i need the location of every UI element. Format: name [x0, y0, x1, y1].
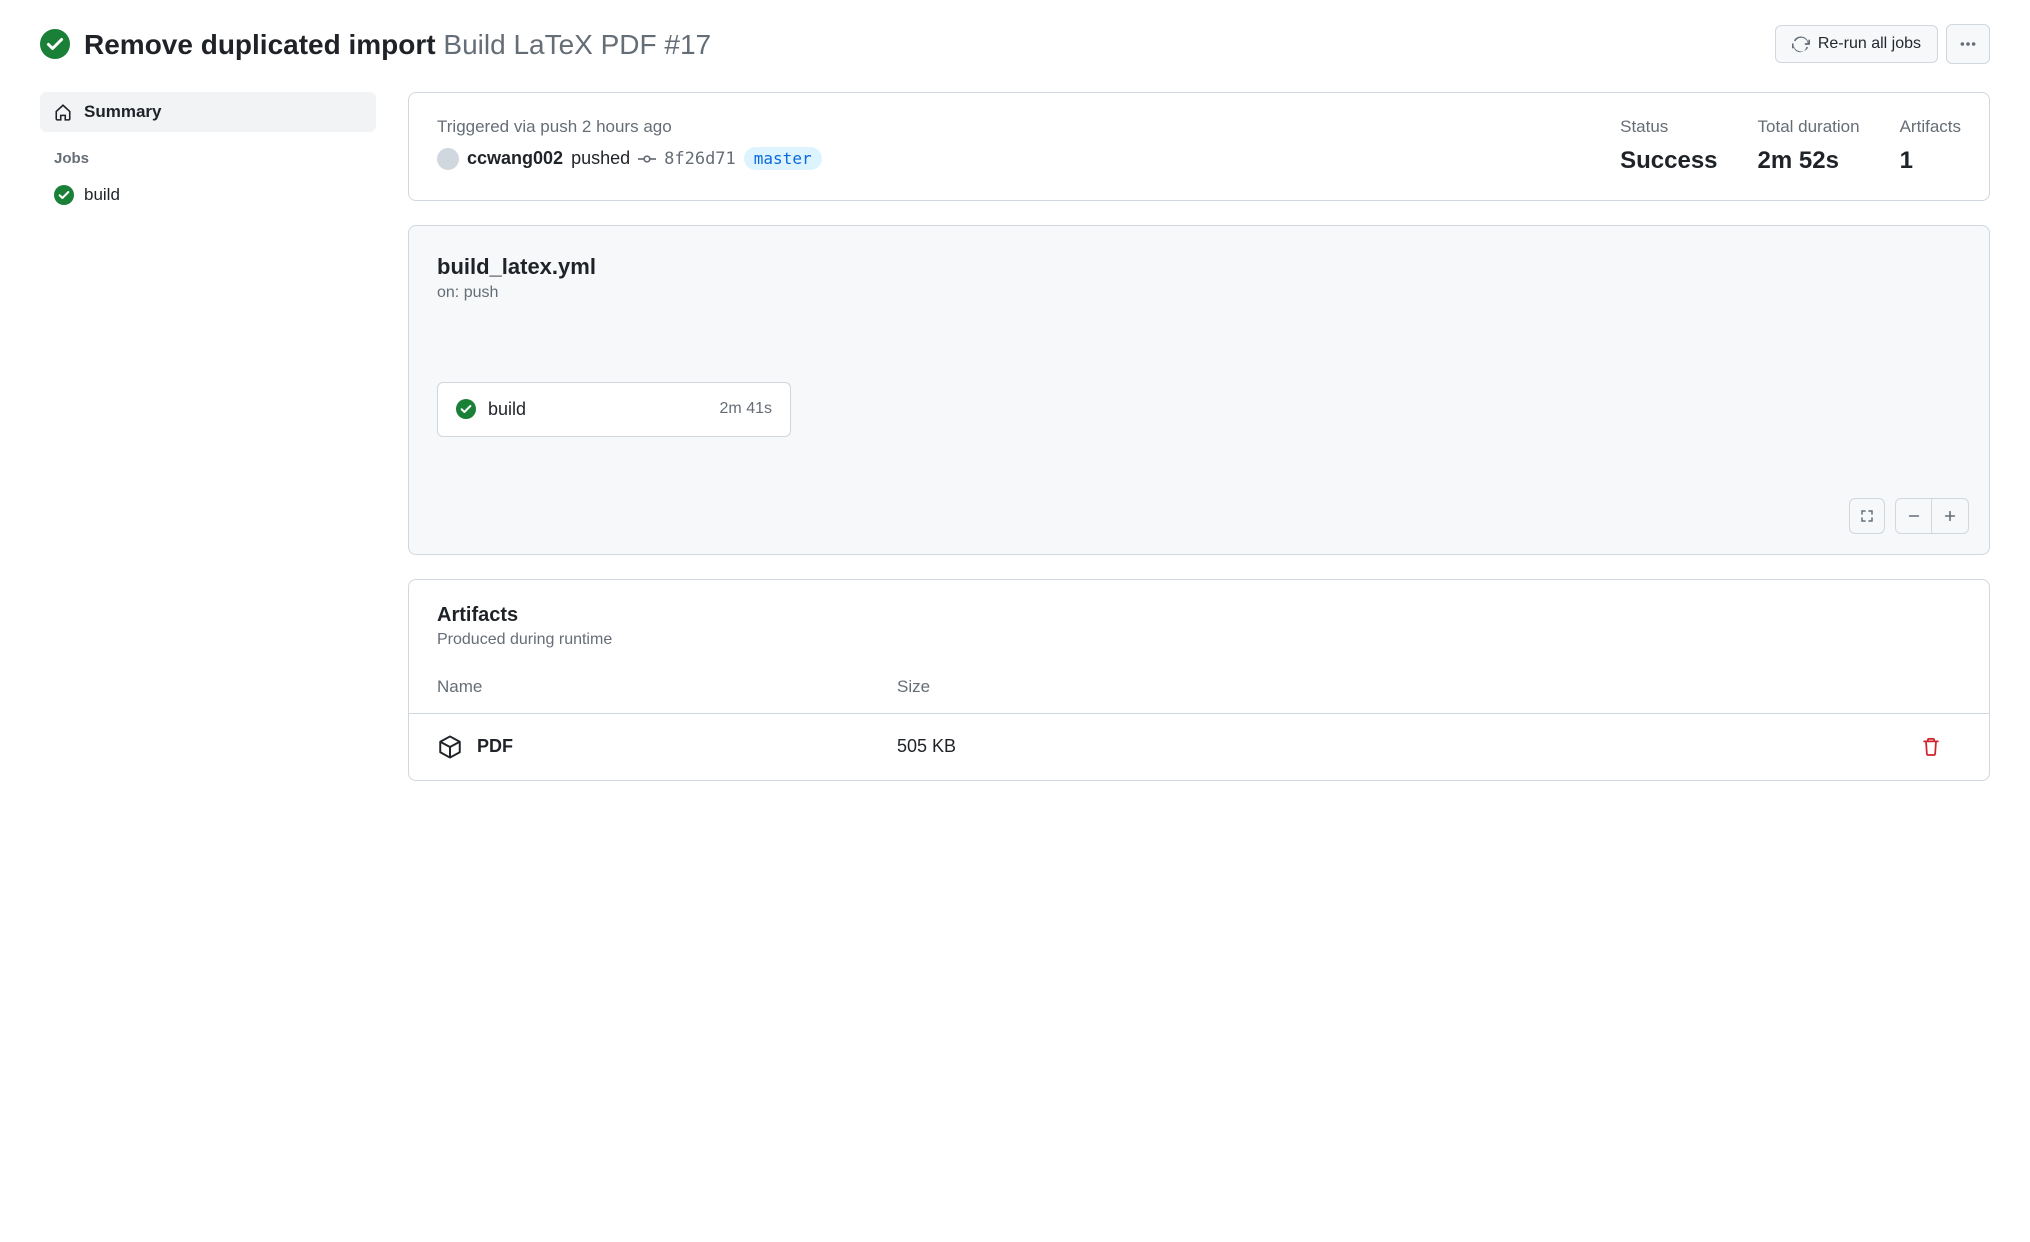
page-title: Remove duplicated import Build LaTeX PDF… [84, 27, 711, 62]
status-value: Success [1620, 147, 1717, 176]
rerun-all-jobs-button[interactable]: Re-run all jobs [1775, 25, 1938, 63]
job-card-build[interactable]: build 2m 41s [437, 382, 791, 437]
job-duration: 2m 41s [720, 400, 772, 418]
artifacts-count-value: 1 [1900, 147, 1961, 176]
run-summary-panel: Triggered via push 2 hours ago ccwang002… [408, 92, 1990, 201]
col-header-size: Size [897, 677, 1921, 697]
kebab-icon [1959, 35, 1977, 53]
workflow-run-name: Build LaTeX PDF #17 [443, 29, 711, 60]
artifacts-subtitle: Produced during runtime [437, 631, 1961, 649]
sidebar-jobs-heading: Jobs [40, 132, 376, 177]
sidebar-summary-label: Summary [84, 102, 161, 122]
success-check-icon [54, 185, 74, 205]
fullscreen-icon [1859, 508, 1875, 524]
artifact-row: PDF 505 KB [409, 713, 1989, 780]
artifact-name-link[interactable]: PDF [477, 736, 513, 757]
actor-link[interactable]: ccwang002 [467, 148, 563, 169]
success-check-icon [456, 399, 476, 419]
avatar [437, 148, 459, 170]
fullscreen-button[interactable] [1849, 498, 1885, 534]
rerun-label: Re-run all jobs [1818, 34, 1921, 54]
workflow-file-link[interactable]: build_latex.yml [437, 254, 1961, 280]
artifacts-table-header: Name Size [409, 661, 1989, 713]
sidebar-job-build[interactable]: build [40, 177, 376, 213]
artifact-size: 505 KB [897, 736, 1921, 757]
artifacts-panel: Artifacts Produced during runtime Name S… [408, 579, 1990, 781]
trash-icon [1921, 737, 1961, 757]
workflow-graph-panel: build_latex.yml on: push build 2m 41s [408, 225, 1990, 555]
more-actions-button[interactable] [1946, 24, 1990, 64]
duration-value: 2m 52s [1758, 147, 1860, 176]
plus-icon [1943, 509, 1957, 523]
duration-label: Total duration [1758, 117, 1860, 137]
minus-icon [1907, 509, 1921, 523]
commit-sha-link[interactable]: 8f26d71 [664, 149, 736, 169]
sync-icon [1792, 35, 1810, 53]
col-header-name: Name [437, 677, 897, 697]
status-label: Status [1620, 117, 1717, 137]
push-action-text: pushed [571, 148, 630, 169]
trigger-text: Triggered via push 2 hours ago [437, 117, 1580, 137]
job-name: build [488, 399, 708, 420]
sidebar: Summary Jobs build [40, 92, 376, 213]
commit-icon [638, 150, 656, 168]
zoom-out-button[interactable] [1896, 499, 1932, 533]
sidebar-job-label: build [84, 185, 120, 205]
commit-title: Remove duplicated import [84, 29, 436, 60]
workflow-trigger-text: on: push [437, 284, 1961, 302]
zoom-in-button[interactable] [1932, 499, 1968, 533]
delete-artifact-button[interactable] [1921, 737, 1961, 757]
success-check-icon [40, 29, 70, 59]
home-icon [54, 103, 72, 121]
artifacts-count-label: Artifacts [1900, 117, 1961, 137]
sidebar-item-summary[interactable]: Summary [40, 92, 376, 132]
artifacts-title: Artifacts [437, 604, 1961, 627]
package-icon [437, 734, 463, 760]
branch-pill[interactable]: master [744, 147, 822, 170]
